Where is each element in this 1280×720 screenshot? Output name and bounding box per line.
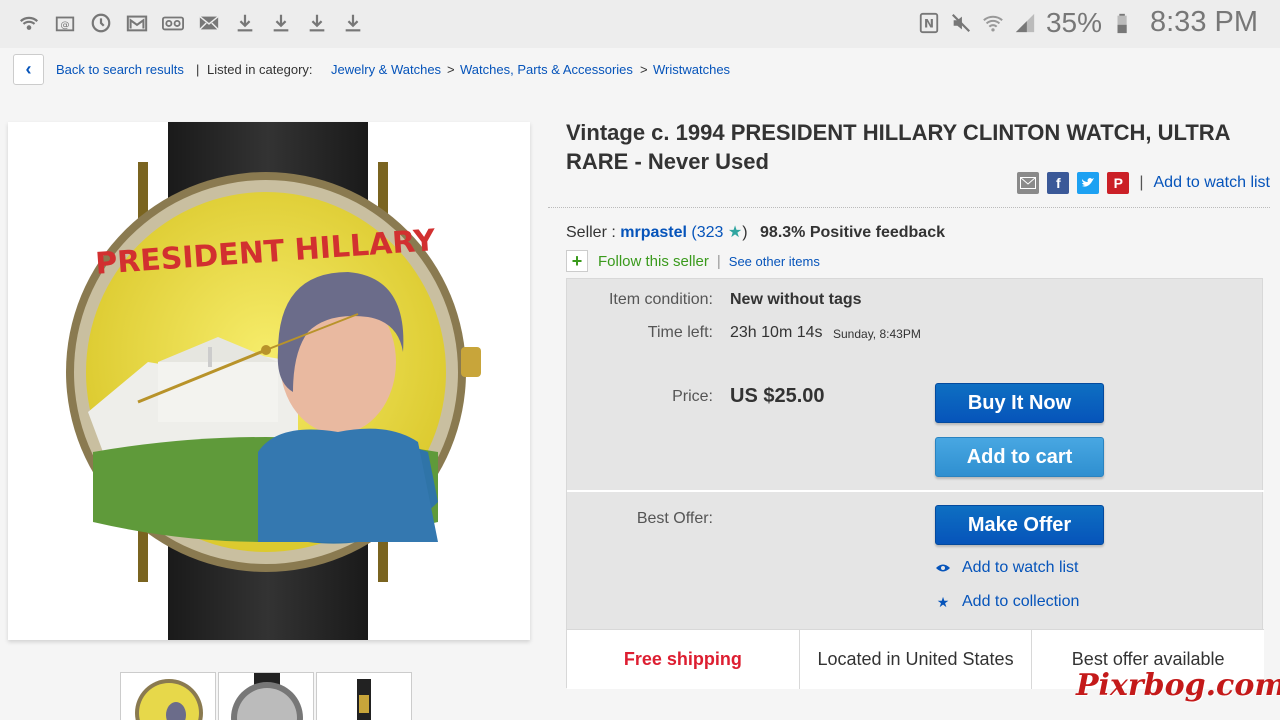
signal-icon: [1014, 10, 1036, 36]
watch-photo: PRESIDENT HILLARY: [8, 122, 530, 640]
item-location: Located in United States: [800, 630, 1033, 689]
seller-name-link[interactable]: mrpastel: [620, 224, 687, 241]
category-watches-parts[interactable]: Watches, Parts & Accessories: [460, 62, 633, 77]
add-to-collection-action[interactable]: ★ Add to collection: [935, 593, 1080, 611]
download-icon: [342, 10, 364, 36]
free-shipping: Free shipping: [567, 630, 800, 689]
see-other-items-link[interactable]: See other items: [729, 254, 820, 269]
breadcrumb-arrow: >: [640, 62, 648, 77]
thumbnail-2[interactable]: [218, 672, 314, 720]
seller-info: Seller : mrpastel (323 ★) 98.3% Positive…: [566, 222, 945, 242]
notification-icons: @: [18, 10, 364, 36]
breadcrumb: ‹ Back to search results | Listed in cat…: [0, 52, 1280, 88]
download-icon: [306, 10, 328, 36]
category-jewelry-watches[interactable]: Jewelry & Watches: [331, 62, 441, 77]
thumbnail-1[interactable]: [120, 672, 216, 720]
item-condition-label: Item condition:: [608, 291, 713, 308]
star-rating-icon: ★: [727, 224, 743, 241]
back-to-search-link[interactable]: Back to search results: [56, 62, 184, 77]
wifi-icon: [982, 10, 1004, 36]
share-bar: f P | Add to watch list: [1017, 172, 1270, 194]
watermark: Pixrbog.com: [1076, 668, 1280, 703]
add-to-cart-button[interactable]: Add to cart: [935, 437, 1104, 477]
breadcrumb-separator: |: [196, 62, 200, 77]
positive-feedback: 98.3% Positive feedback: [760, 224, 945, 241]
follow-separator: |: [716, 252, 721, 270]
battery-percent: 35%: [1045, 6, 1102, 38]
listed-in-label: Listed in category:: [207, 62, 313, 77]
thumbnail-image: [121, 673, 215, 720]
system-status: N 35% 8:33 PM: [918, 6, 1258, 39]
buy-it-now-button[interactable]: Buy It Now: [935, 383, 1104, 423]
svg-text:N: N: [924, 16, 934, 30]
email-share-icon[interactable]: [1017, 172, 1040, 194]
product-image[interactable]: PRESIDENT HILLARY: [8, 122, 530, 640]
thumbnail-image: [317, 673, 411, 720]
end-time: Sunday, 8:43PM: [833, 327, 921, 341]
voicemail-icon: [162, 10, 184, 36]
battery-icon: [1112, 10, 1134, 36]
thumbnail-strip: [120, 672, 412, 720]
section-divider: [548, 207, 1270, 208]
breadcrumb-arrow: >: [447, 62, 455, 77]
mute-icon: [950, 10, 972, 36]
price-value: US $25.00: [730, 385, 825, 407]
clock: 8:33 PM: [1150, 6, 1258, 38]
time-left-label: Time left:: [647, 324, 713, 341]
thumbnail-image: [219, 673, 313, 720]
follow-seller-link[interactable]: Follow this seller: [598, 253, 709, 270]
category-wristwatches[interactable]: Wristwatches: [653, 62, 730, 77]
seller-label: Seller :: [566, 224, 616, 241]
time-left-value: 23h 10m 14s: [730, 324, 823, 341]
download-icon: [270, 10, 292, 36]
nfc-icon: N: [918, 10, 940, 36]
add-to-watch-list-action[interactable]: Add to watch list: [935, 559, 1079, 577]
chevron-left-icon: ‹: [25, 59, 32, 79]
thumbnail-3[interactable]: [316, 672, 412, 720]
price-label: Price:: [672, 388, 713, 405]
star-icon: ★: [936, 593, 950, 610]
eye-icon: [935, 560, 951, 576]
item-condition-value: New without tags: [730, 291, 862, 308]
panel-divider: [567, 490, 1264, 492]
add-to-watch-list-link[interactable]: Add to watch list: [1154, 174, 1271, 192]
feedback-paren-close: ): [742, 224, 748, 241]
status-bar: @ N 35% 8:33 PM: [0, 0, 1280, 48]
plus-icon[interactable]: +: [566, 250, 588, 272]
listing-title: Vintage c. 1994 PRESIDENT HILLARY CLINTO…: [566, 120, 1230, 174]
best-offer-label: Best Offer:: [636, 510, 713, 527]
wifi-call-icon: [18, 10, 40, 36]
sync-icon: [90, 10, 112, 36]
add-to-watch-list-label: Add to watch list: [962, 559, 1079, 576]
gmail-icon: [126, 10, 148, 36]
pinterest-icon[interactable]: P: [1107, 172, 1130, 194]
envelope-icon: [198, 10, 220, 36]
follow-row: + Follow this seller | See other items: [566, 250, 820, 272]
facebook-icon[interactable]: f: [1047, 172, 1070, 194]
feedback-score[interactable]: 323: [697, 224, 724, 241]
purchase-panel: Item condition: New without tags Time le…: [566, 278, 1264, 689]
email-app-icon: @: [54, 10, 76, 36]
add-to-collection-label: Add to collection: [962, 593, 1080, 610]
download-icon: [234, 10, 256, 36]
twitter-icon[interactable]: [1077, 172, 1100, 194]
make-offer-button[interactable]: Make Offer: [935, 505, 1104, 545]
svg-text:@: @: [60, 20, 69, 31]
share-separator: |: [1139, 174, 1144, 191]
back-button[interactable]: ‹: [13, 54, 44, 85]
